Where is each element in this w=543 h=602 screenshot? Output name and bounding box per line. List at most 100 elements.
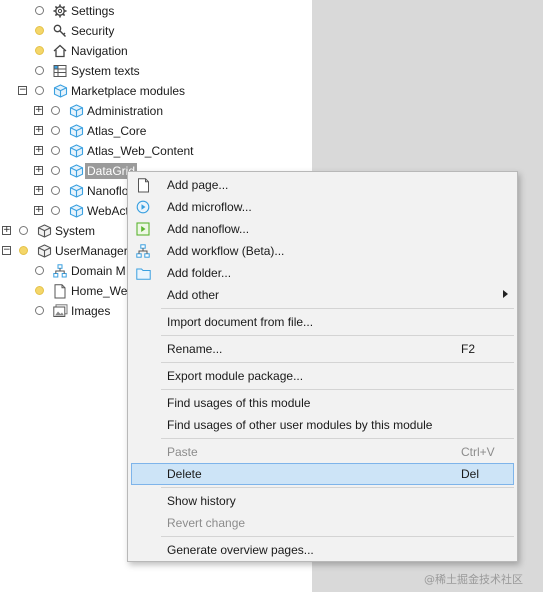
- expand-icon[interactable]: +: [34, 166, 43, 175]
- expand-icon[interactable]: +: [2, 226, 11, 235]
- status-dot: [51, 186, 60, 195]
- collapse-icon[interactable]: −: [2, 246, 11, 255]
- cube-icon: [68, 183, 84, 199]
- menu-item-import-document[interactable]: Import document from file...: [131, 311, 514, 333]
- tree-item-label: Administration: [87, 104, 164, 118]
- status-dot: [35, 6, 44, 15]
- workflow-icon: [135, 243, 151, 259]
- menu-item-label: Add page...: [167, 178, 229, 192]
- status-dot: [51, 166, 60, 175]
- cube-icon: [68, 103, 84, 119]
- status-dot: [51, 146, 60, 155]
- menu-item-delete[interactable]: Delete Del: [131, 463, 514, 485]
- status-dot: [35, 266, 44, 275]
- tree-item-label: Home_Wel: [71, 284, 131, 298]
- expand-icon[interactable]: +: [34, 146, 43, 155]
- tree-item-atlas-core[interactable]: + Atlas_Core: [0, 121, 300, 141]
- menu-item-add-nanoflow[interactable]: Add nanoflow...: [131, 218, 514, 240]
- tree-item-system-texts[interactable]: System texts: [0, 61, 300, 81]
- tree-item-label: Domain M: [71, 264, 126, 278]
- tree-item-settings[interactable]: Settings: [0, 1, 300, 21]
- collapse-icon[interactable]: −: [18, 86, 27, 95]
- menu-item-label: Add microflow...: [167, 200, 252, 214]
- menu-item-rename[interactable]: Rename... F2: [131, 338, 514, 360]
- tree-item-atlas-web-content[interactable]: + Atlas_Web_Content: [0, 141, 300, 161]
- expand-icon[interactable]: +: [34, 126, 43, 135]
- menu-item-paste: Paste Ctrl+V: [131, 441, 514, 463]
- cube-icon: [36, 243, 52, 259]
- status-dot: [35, 306, 44, 315]
- tree-item-label: Marketplace modules: [71, 84, 186, 98]
- menu-item-label: Add nanoflow...: [167, 222, 250, 236]
- status-dot: [35, 286, 44, 295]
- menu-item-find-usages-other[interactable]: Find usages of other user modules by thi…: [131, 414, 514, 436]
- context-menu: Add page... Add microflow... Add nanoflo…: [127, 171, 518, 562]
- status-dot: [35, 46, 44, 55]
- tree-item-system[interactable]: + System: [0, 221, 127, 241]
- menu-item-label: Delete: [167, 467, 202, 481]
- watermark-text: @稀土掘金技术社区: [424, 573, 523, 586]
- menu-item-find-usages[interactable]: Find usages of this module: [131, 392, 514, 414]
- menu-item-shortcut: F2: [461, 342, 476, 356]
- hierarchy-icon: [52, 263, 68, 279]
- tree-item-label: Nanoflo: [87, 184, 129, 198]
- menu-separator: [161, 389, 514, 390]
- status-dot: [51, 106, 60, 115]
- menu-item-add-other[interactable]: Add other: [131, 284, 514, 306]
- menu-item-shortcut: Del: [461, 467, 480, 481]
- tree-item-label: WebAct: [87, 204, 129, 218]
- status-dot: [51, 206, 60, 215]
- menu-item-label: Find usages of other user modules by thi…: [167, 418, 433, 432]
- status-dot: [35, 66, 44, 75]
- tree-item-label: Atlas_Core: [87, 124, 147, 138]
- menu-item-label: Add folder...: [167, 266, 232, 280]
- menu-item-shortcut: Ctrl+V: [461, 445, 495, 459]
- menu-item-add-microflow[interactable]: Add microflow...: [131, 196, 514, 218]
- tree-item-security[interactable]: Security: [0, 21, 300, 41]
- menu-item-add-page[interactable]: Add page...: [131, 174, 514, 196]
- tree-item-user-management[interactable]: − UserManager: [0, 241, 128, 261]
- menu-item-label: Add other: [167, 288, 220, 302]
- menu-separator: [161, 308, 514, 309]
- tree-item-label: Settings: [71, 4, 115, 18]
- submenu-arrow-icon: [503, 290, 508, 298]
- menu-item-show-history[interactable]: Show history: [131, 490, 514, 512]
- tree-item-label: UserManager: [55, 244, 128, 258]
- tree-item-nanoflow-commons[interactable]: + Nanoflo: [0, 181, 129, 201]
- menu-item-label: Export module package...: [167, 369, 304, 383]
- tree-item-administration[interactable]: + Administration: [0, 101, 300, 121]
- nanoflow-icon: [135, 221, 151, 237]
- menu-separator: [161, 487, 514, 488]
- cube-icon: [36, 223, 52, 239]
- tree-item-webactions[interactable]: + WebAct: [0, 201, 129, 221]
- expand-icon[interactable]: +: [34, 186, 43, 195]
- expand-icon[interactable]: +: [34, 106, 43, 115]
- tree-item-marketplace-modules[interactable]: − Marketplace modules: [0, 81, 300, 101]
- tree-item-images[interactable]: Images: [0, 301, 127, 321]
- menu-item-add-workflow[interactable]: Add workflow (Beta)...: [131, 240, 514, 262]
- tree-item-label: System texts: [71, 64, 140, 78]
- menu-item-generate-overview[interactable]: Generate overview pages...: [131, 539, 514, 561]
- status-dot: [35, 86, 44, 95]
- expand-icon[interactable]: +: [34, 206, 43, 215]
- microflow-icon: [135, 199, 151, 215]
- key-icon: [52, 23, 68, 39]
- tree-item-domain-model[interactable]: Domain M: [0, 261, 127, 281]
- tree-item-navigation[interactable]: Navigation: [0, 41, 300, 61]
- status-dot: [51, 126, 60, 135]
- status-dot: [19, 226, 28, 235]
- menu-item-add-folder[interactable]: Add folder...: [131, 262, 514, 284]
- status-dot: [35, 26, 44, 35]
- tree-item-label: Atlas_Web_Content: [87, 144, 194, 158]
- gear-icon: [52, 3, 68, 19]
- cube-icon: [52, 83, 68, 99]
- cube-icon: [68, 163, 84, 179]
- status-dot: [19, 246, 28, 255]
- document-icon: [135, 177, 151, 193]
- tree-item-home-web[interactable]: Home_Wel: [0, 281, 131, 301]
- menu-item-export-module[interactable]: Export module package...: [131, 365, 514, 387]
- text-table-icon: [52, 63, 68, 79]
- document-icon: [52, 283, 68, 299]
- bottom-strip: [0, 592, 543, 602]
- cube-icon: [68, 143, 84, 159]
